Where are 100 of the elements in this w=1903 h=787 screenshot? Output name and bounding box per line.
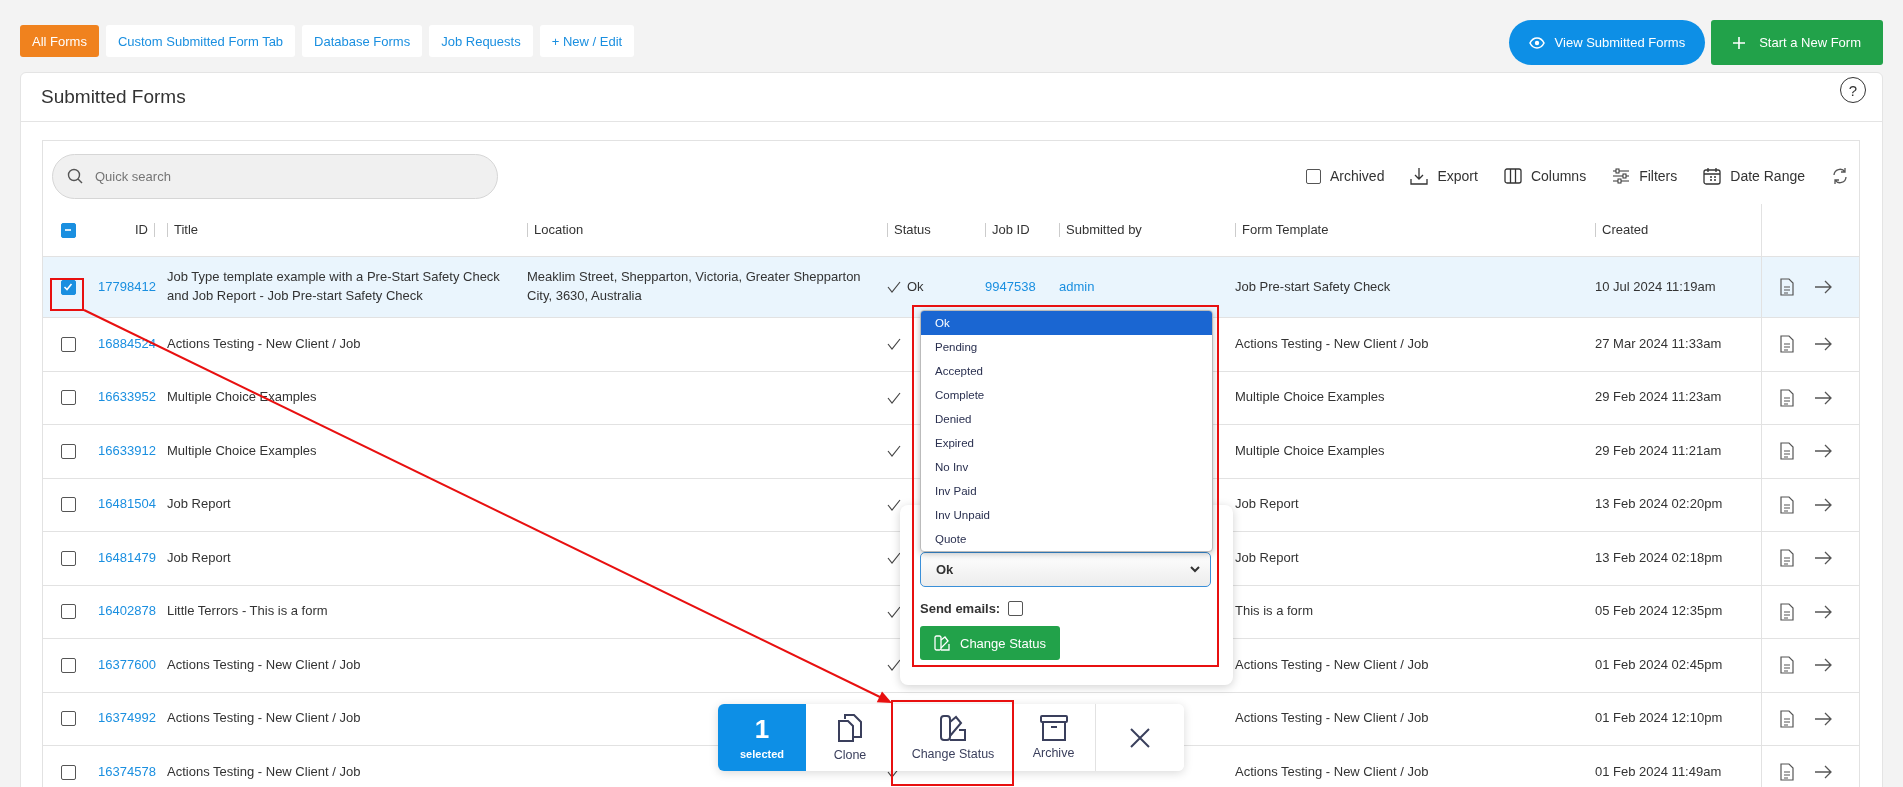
status-option[interactable]: Inv Unpaid [921,503,1212,527]
status-option[interactable]: Quote [921,527,1212,551]
status-option[interactable]: Ok [921,311,1212,335]
tab[interactable]: Custom Submitted Form Tab [105,25,296,57]
bulk-action-button[interactable]: Clone [806,704,894,771]
archived-toggle[interactable]: Archived [1305,168,1385,184]
status-select[interactable]: Ok [920,552,1211,587]
status-option[interactable]: No Inv [921,455,1212,479]
arrow-right-icon[interactable] [1814,765,1832,780]
status-option[interactable]: Inv Paid [921,479,1212,503]
refresh-icon [1831,167,1849,185]
status-option[interactable]: Denied [921,407,1212,431]
created-cell-text: 05 Feb 2024 12:35pm [1595,602,1723,621]
column-header[interactable]: Location [534,220,584,240]
form-id-link[interactable]: 16377600 [98,655,156,675]
arrow-right-icon[interactable] [1814,658,1832,673]
title-cell-text: Actions Testing - New Client / Job [167,762,361,781]
template-cell-text: Actions Testing - New Client / Job [1235,709,1429,728]
selected-count: 1 [754,715,770,742]
bulk-action-button[interactable]: Archive [1012,704,1095,771]
created-cell-text: 13 Feb 2024 02:18pm [1595,548,1723,567]
arrow-right-icon[interactable] [1814,551,1832,566]
status-option[interactable]: Accepted [921,359,1212,383]
send-emails-checkbox[interactable] [1008,600,1024,616]
arrow-right-icon[interactable] [1814,444,1832,459]
arrow-right-icon[interactable] [1814,497,1832,512]
plus-icon [1733,36,1746,49]
help-button[interactable]: ? [1840,77,1866,103]
document-icon[interactable] [1780,656,1794,675]
arrow-right-icon[interactable] [1814,280,1832,294]
export-button[interactable]: Export [1410,167,1478,185]
column-header[interactable]: Submitted by [1066,220,1142,240]
form-id-link[interactable]: 16633952 [98,388,156,408]
row-checkbox[interactable] [60,711,76,727]
tab[interactable]: Database Forms [302,25,423,57]
column-header[interactable]: Form Template [1242,220,1329,240]
template-cell-text: Job Pre-start Safety Check [1235,277,1391,296]
status-option[interactable]: Complete [921,383,1212,407]
form-id-link[interactable]: 16481504 [98,495,156,515]
document-icon[interactable] [1780,495,1794,514]
tab[interactable]: + New / Edit [539,25,635,57]
template-cell-text: Multiple Choice Examples [1235,441,1385,460]
swatch-icon [939,714,967,742]
row-checkbox[interactable] [60,764,76,780]
column-header[interactable]: Title [174,220,199,240]
date-range-button[interactable]: Date Range [1703,167,1805,185]
row-checkbox[interactable] [60,497,76,513]
card-title: Submitted Forms [41,86,186,108]
row-checkbox[interactable] [60,443,76,459]
row-checkbox[interactable] [60,604,76,620]
form-id-link[interactable]: 16884524 [98,334,156,354]
document-icon[interactable] [1780,709,1794,728]
send-emails-label: Send emails: [920,600,1001,616]
document-icon[interactable] [1780,388,1794,407]
title-cell-text: Multiple Choice Examples [167,388,317,407]
refresh-button[interactable] [1831,167,1849,185]
template-cell-text: Actions Testing - New Client / Job [1235,334,1429,353]
document-icon[interactable] [1780,763,1794,782]
column-header[interactable]: Created [1602,220,1649,240]
columns-button[interactable]: Columns [1503,168,1587,184]
created-cell-text: 01 Feb 2024 02:45pm [1595,655,1723,674]
copy-icon [837,713,863,743]
status-cell-text: Ok [907,277,924,296]
form-id-link[interactable]: 16402878 [98,602,156,622]
row-checkbox[interactable] [60,390,76,406]
arrow-right-icon[interactable] [1814,711,1832,726]
arrow-right-icon[interactable] [1814,337,1832,352]
created-cell-text: 27 Mar 2024 11:33am [1595,334,1722,353]
sliders-icon [1612,168,1631,184]
status-option[interactable]: Pending [921,335,1212,359]
archive-box-icon [1039,715,1068,741]
row-checkbox[interactable] [60,336,76,352]
checkbox[interactable] [1305,168,1321,184]
title-cell-text: Job Report [167,495,231,514]
select-all-checkbox[interactable] [60,222,76,238]
column-header[interactable]: Job ID [992,220,1030,240]
document-icon[interactable] [1780,335,1794,354]
filters-button[interactable]: Filters [1612,168,1678,184]
document-icon[interactable] [1780,278,1794,296]
form-id-link[interactable]: 16481479 [98,548,156,568]
tab[interactable]: Job Requests [429,25,533,57]
form-id-link[interactable]: 16374578 [98,762,156,782]
document-icon[interactable] [1780,602,1794,621]
form-id-link[interactable]: 16633912 [98,441,156,461]
document-icon[interactable] [1780,549,1794,568]
column-header[interactable]: ID [135,220,148,240]
row-checkbox[interactable] [60,657,76,673]
title-cell-text: Actions Testing - New Client / Job [167,334,361,353]
arrow-right-icon[interactable] [1814,604,1832,619]
bulk-action-button[interactable]: Change Status [894,704,1012,771]
form-id-link[interactable]: 16374992 [98,709,156,729]
arrow-right-icon[interactable] [1814,390,1832,405]
document-icon[interactable] [1780,442,1794,461]
swatch-icon [934,635,950,651]
annotation-box [50,278,84,311]
location-cell-text: Meaklim Street, Shepparton, Victoria, Greater Shepparton City, 3630, Australia [527,268,862,305]
column-header[interactable]: Status [894,220,931,240]
status-option[interactable]: Expired [921,431,1212,455]
row-checkbox[interactable] [60,550,76,566]
eye-icon [1528,36,1545,49]
